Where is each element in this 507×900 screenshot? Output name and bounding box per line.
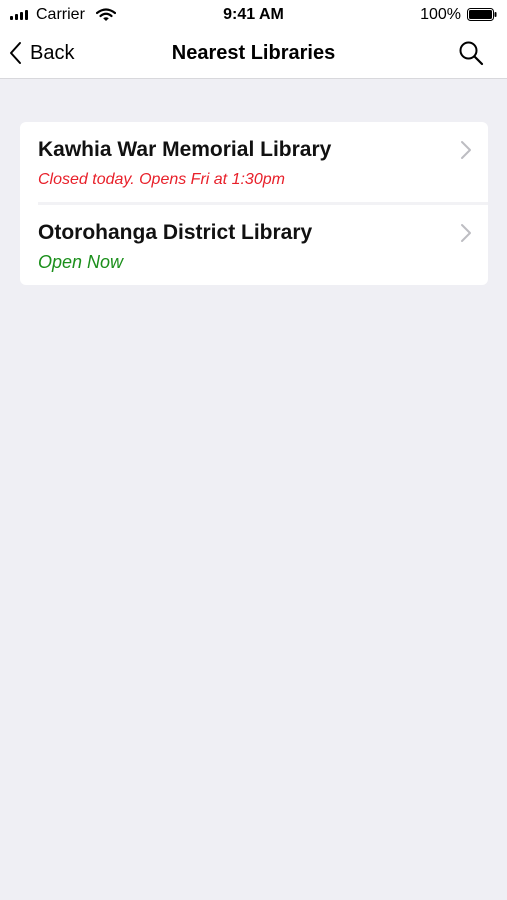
library-row[interactable]: Kawhia War Memorial Library Closed today… (20, 122, 488, 202)
library-row[interactable]: Otorohanga District Library Open Now (20, 205, 488, 285)
back-chevron-icon (10, 42, 21, 64)
back-label: Back (30, 42, 75, 64)
battery-percent: 100% (420, 6, 461, 23)
back-button[interactable]: Back (8, 38, 74, 68)
page-title: Nearest Libraries (171, 42, 336, 64)
library-status: Open Now (38, 252, 124, 272)
library-name: Otorohanga District Library (38, 221, 313, 244)
chevron-right-icon (461, 141, 471, 159)
chevron-right-icon (461, 224, 471, 242)
navigation-bar: Back Nearest Libraries (0, 30, 507, 79)
status-bar: Carrier 9:41 AM 100% (0, 0, 507, 30)
library-name: Kawhia War Memorial Library (38, 138, 332, 161)
library-list: Kawhia War Memorial Library Closed today… (20, 122, 488, 285)
app-screen: Carrier 9:41 AM 100% Back Nearest Librar… (0, 0, 507, 900)
battery-icon (467, 8, 497, 21)
library-status: Closed today. Opens Fri at 1:30pm (38, 171, 285, 188)
search-icon[interactable] (457, 39, 485, 67)
